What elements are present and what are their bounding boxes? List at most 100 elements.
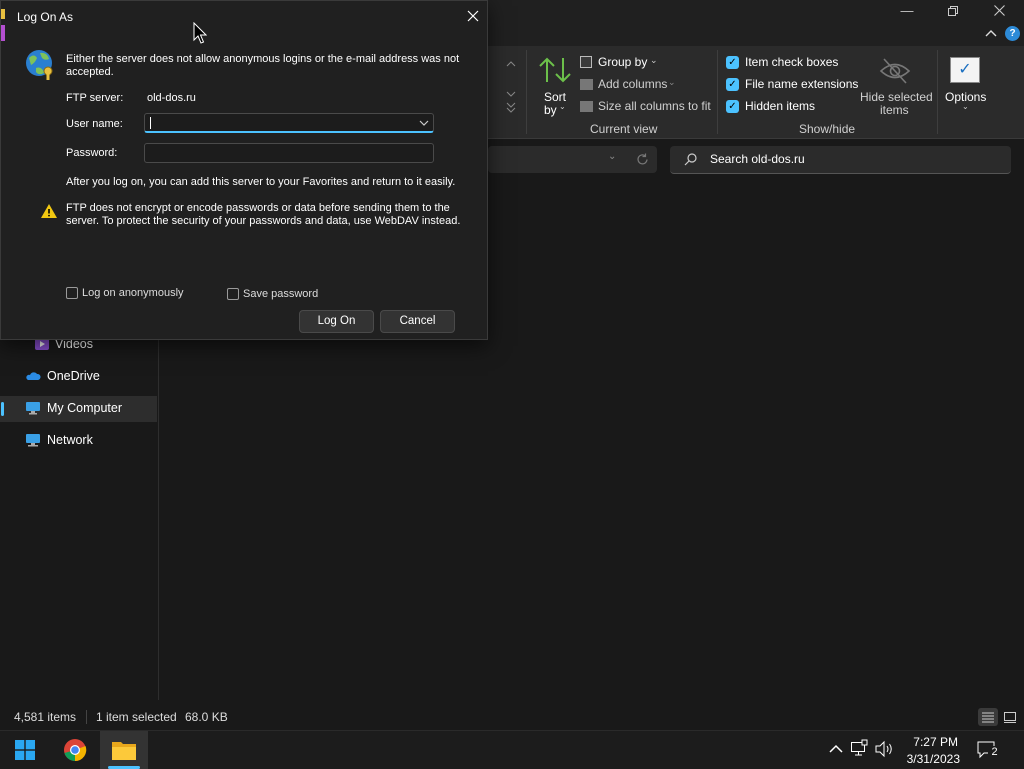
network-icon <box>26 434 40 447</box>
folder-icon <box>112 742 136 760</box>
text-cursor <box>150 117 151 129</box>
ribbon-divider <box>717 50 718 134</box>
mouse-cursor-icon <box>193 22 207 44</box>
item-check-boxes-toggle[interactable]: ✓ Item check boxes <box>726 55 856 71</box>
computer-icon <box>26 402 40 415</box>
search-placeholder: Search old-dos.ru <box>710 152 805 166</box>
show-hide-group-label: Show/hide <box>799 122 856 136</box>
checkbox-unchecked-icon <box>66 287 78 299</box>
minimize-icon: — <box>900 3 914 18</box>
taskbar: 7:27 PM 3/31/2023 2 <box>0 730 1024 769</box>
chevron-up-icon <box>829 744 843 753</box>
save-password-checkbox[interactable]: Save password <box>227 287 337 303</box>
anonymous-login-message: Either the server does not allow anonymo… <box>66 53 460 78</box>
volume-button[interactable] <box>874 739 894 759</box>
hide-selected-label-2: items <box>880 103 909 117</box>
ftp-server-value: old-dos.ru <box>147 92 196 104</box>
refresh-icon[interactable] <box>636 153 649 166</box>
options-button[interactable]: ✓ Options ⌄ <box>942 54 992 118</box>
dialog-title: Log On As <box>17 10 74 24</box>
layout-gallery-scroller[interactable] <box>504 56 518 114</box>
tiles-view-button[interactable] <box>1000 708 1020 726</box>
selected-count: 1 item selected <box>96 710 177 724</box>
address-bar[interactable]: ⌄ <box>488 146 657 173</box>
clock-date: 3/31/2023 <box>906 752 960 766</box>
speaker-icon <box>875 740 892 758</box>
chevron-down-icon: ⌄ <box>962 102 969 111</box>
windows-logo-icon <box>15 740 35 760</box>
search-icon <box>684 153 697 166</box>
ftp-server-label: FTP server: <box>66 92 124 104</box>
options-icon: ✓ <box>950 57 980 83</box>
show-hidden-icons-button[interactable] <box>828 741 844 757</box>
nav-item-network[interactable]: Network <box>0 428 157 454</box>
log-on-anonymously-checkbox[interactable]: Log on anonymously <box>66 286 206 302</box>
minimize-button[interactable]: — <box>884 0 930 22</box>
network-status-button[interactable] <box>850 739 868 759</box>
item-count: 4,581 items <box>14 710 77 724</box>
file-explorer-taskbar-button[interactable] <box>100 731 148 769</box>
file-name-extensions-label: File name extensions <box>745 77 859 91</box>
security-warning-text: FTP does not encrypt or encode passwords… <box>66 202 461 227</box>
collapse-ribbon-icon[interactable] <box>985 28 997 38</box>
file-name-extensions-toggle[interactable]: ✓ File name extensions <box>726 77 859 93</box>
close-icon <box>467 10 479 22</box>
sort-by-button[interactable]: Sort by ⌄ <box>534 54 576 118</box>
details-view-icon <box>982 712 994 723</box>
start-button[interactable] <box>4 731 44 769</box>
clock-button[interactable]: 7:27 PM 3/31/2023 <box>898 732 964 768</box>
log-on-anonymously-label: Log on anonymously <box>82 287 184 299</box>
selection-indicator <box>1 402 4 416</box>
ribbon-divider <box>526 50 527 134</box>
password-label: Password: <box>66 147 118 159</box>
nav-item-my-computer[interactable]: My Computer <box>0 396 157 422</box>
username-label: User name: <box>66 118 123 130</box>
size-columns-button[interactable]: Size all columns to fit <box>580 99 711 115</box>
window-edge-accent <box>1 25 5 41</box>
close-icon <box>993 5 1005 16</box>
dialog-close-button[interactable] <box>463 7 483 27</box>
nav-label: Network <box>47 433 93 447</box>
chevron-down-icon: ⌄ <box>650 55 658 65</box>
log-on-as-dialog: Log On As Either the server does not all… <box>0 0 488 340</box>
add-columns-icon <box>580 79 593 90</box>
chevron-down-icon[interactable] <box>419 119 429 127</box>
close-window-button[interactable] <box>976 0 1022 22</box>
help-icon[interactable]: ? <box>1005 26 1020 41</box>
password-field[interactable] <box>144 143 434 163</box>
details-view-button[interactable] <box>978 708 998 726</box>
chevron-down-icon: ⌄ <box>668 77 676 87</box>
restore-icon <box>948 6 958 16</box>
notifications-button[interactable]: 2 <box>976 739 1002 761</box>
size-columns-label: Size all columns to fit <box>598 99 711 113</box>
hidden-items-toggle[interactable]: ✓ Hidden items <box>726 99 856 115</box>
hide-selected-items-button[interactable]: Hide selected items <box>858 54 933 118</box>
restore-button[interactable] <box>930 0 976 22</box>
hide-selected-label-1: Hide selected <box>860 90 933 104</box>
status-bar: 4,581 items 1 item selected 68.0 KB <box>0 704 1024 730</box>
search-box[interactable]: Search old-dos.ru <box>670 146 1011 174</box>
chevron-down-icon: ⌄ <box>559 102 566 111</box>
sort-label-line2: by <box>544 103 557 117</box>
current-view-group-label: Current view <box>590 122 658 136</box>
log-on-button[interactable]: Log On <box>299 310 374 333</box>
checkbox-checked-icon: ✓ <box>726 100 739 113</box>
globe-key-icon <box>26 50 53 80</box>
group-by-label: Group by <box>598 55 648 69</box>
sort-arrows-icon <box>539 57 571 83</box>
warning-icon <box>41 204 57 218</box>
window-edge-accent <box>1 9 5 19</box>
clock-time: 7:27 PM <box>913 735 958 749</box>
checkbox-checked-icon: ✓ <box>726 56 739 69</box>
chevron-down-icon[interactable]: ⌄ <box>608 151 616 162</box>
add-columns-button[interactable]: Add columns ⌄ <box>580 77 680 93</box>
chrome-taskbar-button[interactable] <box>54 731 96 769</box>
tiles-view-icon <box>1004 712 1016 723</box>
cancel-button[interactable]: Cancel <box>380 310 455 333</box>
scroll-arrows-icon <box>506 61 516 113</box>
favorites-info-text: After you log on, you can add this serve… <box>66 176 456 188</box>
nav-item-onedrive[interactable]: OneDrive <box>0 364 157 390</box>
status-divider <box>86 710 87 724</box>
username-combobox[interactable] <box>144 113 434 133</box>
onedrive-cloud-icon <box>26 372 41 380</box>
